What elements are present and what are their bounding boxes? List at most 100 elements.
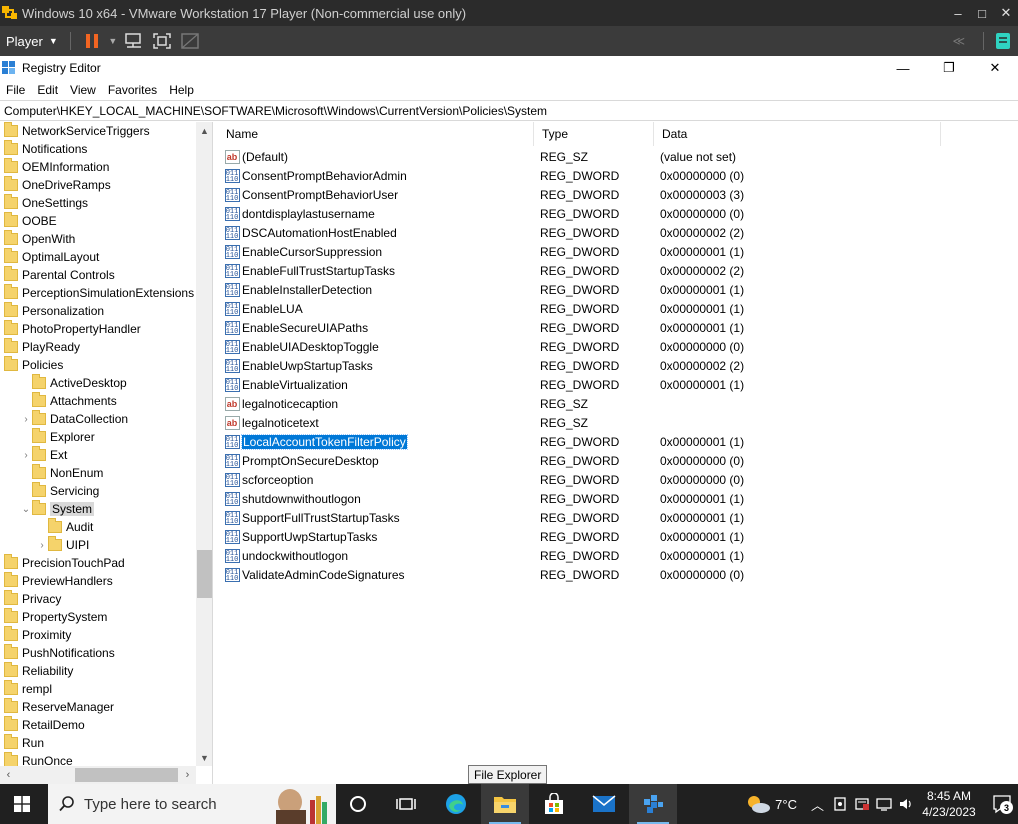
column-name[interactable]: Name xyxy=(218,122,534,146)
tree-item[interactable]: RunOnce xyxy=(0,752,196,766)
registry-editor-taskbar-button[interactable] xyxy=(629,784,677,824)
value-row[interactable]: 011 110 ConsentPromptBehaviorUser REG_DWORD… xyxy=(218,185,943,204)
tree-item[interactable]: Privacy xyxy=(0,590,196,608)
value-row[interactable]: 011 110 DSCAutomationHostEnabled REG_DWORD 0… xyxy=(218,223,943,242)
tree-item[interactable]: Run xyxy=(0,734,196,752)
tree-item[interactable]: › UIPI xyxy=(0,536,196,554)
tree-item[interactable]: Audit xyxy=(0,518,196,536)
tree-item[interactable]: ⌄ System xyxy=(0,500,196,518)
pause-dropdown-button[interactable]: ▼ xyxy=(107,29,119,53)
tree-item[interactable]: Policies xyxy=(0,356,196,374)
column-type[interactable]: Type xyxy=(534,122,654,146)
tree-item[interactable]: Personalization xyxy=(0,302,196,320)
task-view-button[interactable] xyxy=(334,784,382,824)
tree-item[interactable]: Servicing xyxy=(0,482,196,500)
tree-item[interactable]: NonEnum xyxy=(0,464,196,482)
column-data[interactable]: Data xyxy=(654,122,941,146)
chevron-up-icon[interactable]: ︿ xyxy=(811,795,824,814)
tree-vertical-scrollbar[interactable]: ▲ ▼ xyxy=(196,122,212,766)
player-menu-button[interactable]: Player ▼ xyxy=(0,26,64,56)
value-row[interactable]: 011 110 shutdownwithoutlogon REG_DWORD 0x000… xyxy=(218,489,943,508)
scrollbar-thumb[interactable] xyxy=(75,768,178,782)
value-row[interactable]: 011 110 SupportFullTrustStartupTasks REG_DW… xyxy=(218,508,943,527)
vmware-minimize-button[interactable]: – xyxy=(946,0,970,26)
value-row[interactable]: 011 110 SupportUwpStartupTasks REG_DWORD 0x0… xyxy=(218,527,943,546)
back-arrows-icon[interactable]: ≪ xyxy=(952,34,965,48)
tree-item[interactable]: PrecisionTouchPad xyxy=(0,554,196,572)
tree-item[interactable]: OOBE xyxy=(0,212,196,230)
security-icon[interactable] xyxy=(854,796,870,812)
tree-item[interactable]: PushNotifications xyxy=(0,644,196,662)
store-taskbar-button[interactable] xyxy=(530,784,578,824)
scroll-down-icon[interactable]: ▼ xyxy=(196,749,212,766)
weather-icon[interactable] xyxy=(745,794,771,814)
tree-item[interactable]: › DataCollection xyxy=(0,410,196,428)
expand-toggle-icon[interactable]: › xyxy=(20,410,32,428)
value-row[interactable]: 011 110 scforceoption REG_DWORD 0x00000000 (… xyxy=(218,470,943,489)
value-row[interactable]: ab legalnoticetext REG_SZ xyxy=(218,413,943,432)
value-row[interactable]: 011 110 LocalAccountTokenFilterPolicy REG_D… xyxy=(218,432,943,451)
restore-button[interactable]: ❐ xyxy=(926,56,972,80)
tree-item[interactable]: OneDriveRamps xyxy=(0,176,196,194)
file-explorer-taskbar-button[interactable] xyxy=(481,784,529,824)
tree-item[interactable]: OneSettings xyxy=(0,194,196,212)
notification-center-button[interactable]: 3 xyxy=(992,794,1013,814)
value-row[interactable]: 011 110 EnableVirtualization REG_DWORD 0x000… xyxy=(218,375,943,394)
search-box[interactable]: Type here to search xyxy=(48,784,336,824)
start-button[interactable] xyxy=(0,784,44,824)
tree-item[interactable]: ActiveDesktop xyxy=(0,374,196,392)
tree-item[interactable]: NetworkServiceTriggers xyxy=(0,122,196,140)
menu-favorites[interactable]: Favorites xyxy=(102,83,163,97)
value-row[interactable]: 011 110 EnableInstallerDetection REG_DWORD 0… xyxy=(218,280,943,299)
value-row[interactable]: 011 110 ValidateAdminCodeSignatures REG_DWO… xyxy=(218,565,943,584)
send-ctrl-alt-del-button[interactable] xyxy=(121,29,147,53)
weather-temperature[interactable]: 7°C xyxy=(775,797,797,812)
tree-item[interactable]: OEMInformation xyxy=(0,158,196,176)
scrollbar-thumb[interactable] xyxy=(197,550,212,598)
scroll-right-icon[interactable]: › xyxy=(179,766,196,784)
menu-help[interactable]: Help xyxy=(163,83,200,97)
tree-item[interactable]: Reliability xyxy=(0,662,196,680)
scroll-up-icon[interactable]: ▲ xyxy=(196,122,212,139)
tree-item[interactable]: Notifications xyxy=(0,140,196,158)
pause-button[interactable] xyxy=(79,29,105,53)
tree-item[interactable]: PhotoPropertyHandler xyxy=(0,320,196,338)
value-row[interactable]: 011 110 EnableLUA REG_DWORD 0x00000001 (1) xyxy=(218,299,943,318)
tree-item[interactable]: PropertySystem xyxy=(0,608,196,626)
value-row[interactable]: 011 110 ConsentPromptBehaviorAdmin REG_DWOR… xyxy=(218,166,943,185)
network-icon[interactable] xyxy=(876,796,892,812)
tree-item[interactable]: Parental Controls xyxy=(0,266,196,284)
vmware-close-button[interactable]: ✕ xyxy=(994,0,1018,26)
tree-item[interactable]: OptimalLayout xyxy=(0,248,196,266)
value-row[interactable]: ab legalnoticecaption REG_SZ xyxy=(218,394,943,413)
menu-view[interactable]: View xyxy=(64,83,102,97)
scroll-left-icon[interactable]: ‹ xyxy=(0,766,17,784)
mail-taskbar-button[interactable] xyxy=(580,784,628,824)
tree-item[interactable]: RetailDemo xyxy=(0,716,196,734)
clock[interactable]: 8:45 AM 4/23/2023 xyxy=(914,788,984,820)
value-row[interactable]: 011 110 EnableFullTrustStartupTasks REG_DWO… xyxy=(218,261,943,280)
value-row[interactable]: 011 110 EnableUwpStartupTasks REG_DWORD 0x00… xyxy=(218,356,943,375)
volume-icon[interactable] xyxy=(898,796,914,812)
value-row[interactable]: 011 110 undockwithoutlogon REG_DWORD 0x00000… xyxy=(218,546,943,565)
menu-edit[interactable]: Edit xyxy=(31,83,64,97)
expand-toggle-icon[interactable]: › xyxy=(20,446,32,464)
tree-item[interactable]: rempl xyxy=(0,680,196,698)
vmware-maximize-button[interactable]: □ xyxy=(970,0,994,26)
tree-item[interactable]: Proximity xyxy=(0,626,196,644)
tree-item[interactable]: PerceptionSimulationExtensions xyxy=(0,284,196,302)
onedrive-icon[interactable] xyxy=(832,796,848,812)
message-log-button[interactable] xyxy=(990,29,1016,53)
expand-toggle-icon[interactable]: › xyxy=(36,536,48,554)
value-row[interactable]: 011 110 dontdisplaylastusername REG_DWORD 0x… xyxy=(218,204,943,223)
task-view-button[interactable] xyxy=(382,784,430,824)
fullscreen-button[interactable] xyxy=(149,29,175,53)
tree-item[interactable]: PlayReady xyxy=(0,338,196,356)
close-button[interactable]: ✕ xyxy=(972,56,1018,80)
minimize-button[interactable]: — xyxy=(880,56,926,80)
expand-toggle-icon[interactable]: ⌄ xyxy=(20,500,32,518)
value-row[interactable]: 011 110 PromptOnSecureDesktop REG_DWORD 0x00… xyxy=(218,451,943,470)
tree-item[interactable]: Explorer xyxy=(0,428,196,446)
tree-item[interactable]: › Ext xyxy=(0,446,196,464)
address-bar[interactable]: Computer\HKEY_LOCAL_MACHINE\SOFTWARE\Mic… xyxy=(0,100,1018,121)
